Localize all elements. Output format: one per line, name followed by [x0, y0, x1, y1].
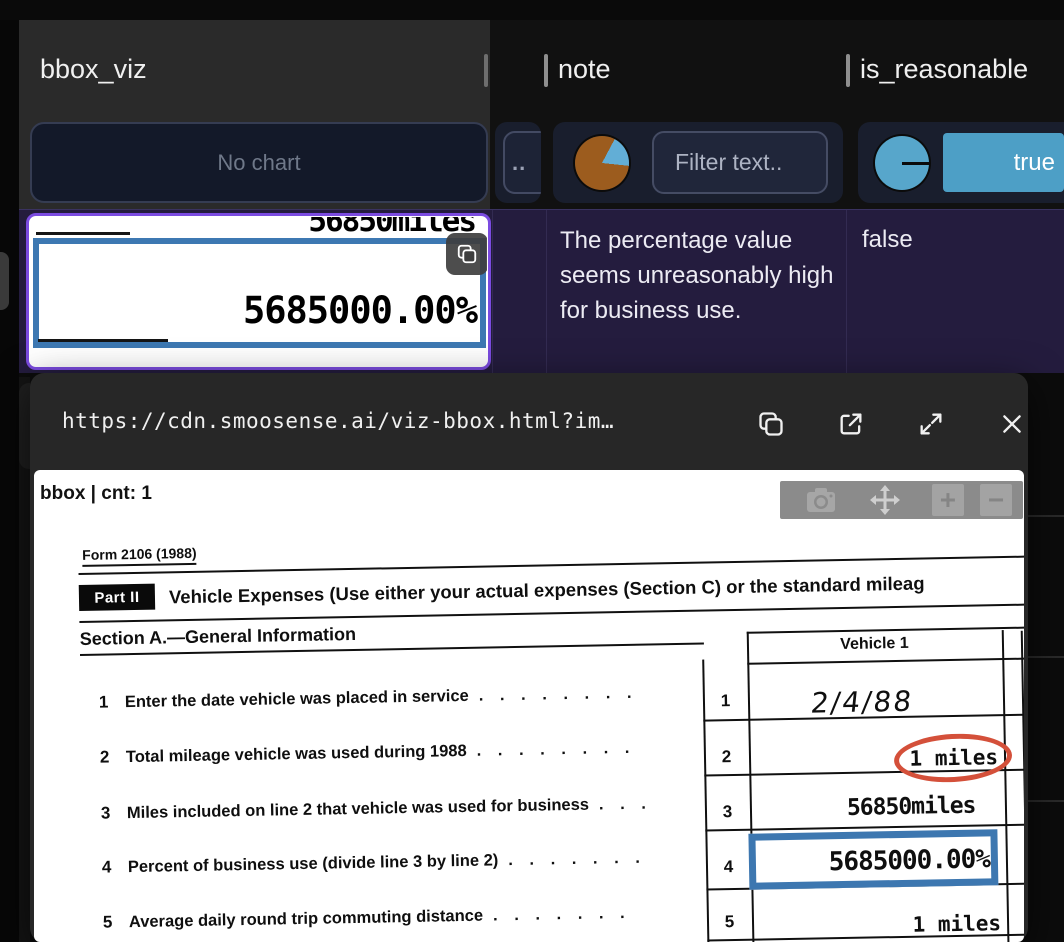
is-reasonable-true-filter-button[interactable]: true	[943, 133, 1064, 192]
scan-line-fragment	[38, 339, 168, 342]
move-icon	[869, 484, 901, 516]
viewer-toolbar: + −	[780, 481, 1023, 519]
vehicle-column-header: Vehicle 1	[747, 633, 1002, 656]
form-section-heading: Section A.—General Information	[80, 624, 357, 650]
form-grid-line	[747, 632, 755, 942]
row-number: 1	[703, 691, 748, 712]
copy-url-button[interactable]	[755, 408, 787, 440]
form-line-2: 2Total mileage vehicle was used during 1…	[100, 738, 636, 768]
note-filter-cell: Filter text..	[553, 122, 843, 203]
form-grid-line	[1021, 631, 1024, 942]
form-value-date: 2/4/88	[809, 685, 915, 720]
copy-icon	[456, 243, 478, 265]
expand-modal-button[interactable]	[915, 408, 947, 440]
bbox-viz-thumbnail[interactable]: 56850miles 5685000.00%	[30, 217, 487, 366]
form-line-4: 4Percent of business use (divide line 3 …	[102, 848, 646, 878]
form-value-business-miles: 56850miles	[847, 793, 976, 821]
modal-url: https://cdn.smoosense.ai/viz-bbox.html?i…	[62, 409, 614, 433]
column-resize-handle[interactable]	[846, 54, 850, 87]
bbox-viz-chart-placeholder: No chart	[30, 122, 488, 203]
prev-column-edge	[0, 252, 9, 310]
note-pie-chart-icon[interactable]	[575, 136, 629, 190]
cell-divider	[492, 210, 493, 374]
open-external-button[interactable]	[835, 408, 867, 440]
copy-cell-button[interactable]	[446, 233, 487, 275]
bbox-viz-cell-selected[interactable]: 56850miles 5685000.00%	[26, 213, 491, 370]
zoom-out-button[interactable]: −	[980, 484, 1012, 516]
form-rule	[79, 556, 1024, 575]
form-rule	[747, 658, 1024, 665]
zoom-in-button[interactable]: +	[932, 484, 964, 516]
note-filter-input[interactable]: Filter text..	[652, 131, 828, 194]
background-row-divider	[1028, 800, 1064, 802]
scan-line-fragment	[36, 232, 130, 235]
row-number: 5	[707, 912, 752, 933]
note-cell[interactable]: The percentage value seems unreasonably …	[560, 223, 845, 328]
column-header-is-reasonable[interactable]: is_reasonable	[860, 54, 1028, 85]
row-number: 3	[705, 802, 750, 823]
viewer-title: bbox | cnt: 1	[40, 483, 152, 505]
form-value-total-mileage: 1 miles	[882, 745, 998, 771]
truncated-filter-input[interactable]: ..	[503, 131, 541, 194]
left-strip	[0, 20, 19, 942]
truncated-filter-cell[interactable]: ..	[495, 122, 541, 203]
bbox-viz-modal: https://cdn.smoosense.ai/viz-bbox.html?i…	[30, 373, 1028, 942]
camera-icon	[806, 487, 836, 513]
external-link-icon	[837, 410, 865, 438]
form-line-1: 1Enter the date vehicle was placed in se…	[99, 683, 638, 713]
close-icon	[999, 411, 1025, 437]
table-row: 56850miles 5685000.00% The percentage va…	[19, 209, 1064, 373]
scanned-form-image: Form 2106 (1988) Part II Vehicle Expense…	[78, 528, 1024, 942]
form-line-3: 3Miles included on line 2 that vehicle w…	[101, 794, 652, 824]
background-next-row	[19, 377, 30, 942]
background-row-divider	[1028, 515, 1064, 517]
cell-divider	[546, 210, 547, 374]
row-number: 4	[706, 857, 751, 878]
is-reasonable-cell[interactable]: false	[862, 226, 913, 254]
form-value-commute-distance: 1 miles	[885, 911, 1001, 937]
row-number: 2	[704, 747, 749, 768]
form-title: Form 2106 (1988)	[82, 545, 197, 567]
top-strip	[0, 0, 1064, 20]
cell-divider	[846, 210, 847, 374]
bbox-viewer-panel: bbox | cnt: 1 + − Form 21	[34, 470, 1024, 942]
is-reasonable-filter-cell: true	[858, 122, 1064, 203]
form-part-heading: Vehicle Expenses (Use either your actual…	[169, 572, 925, 608]
expand-icon	[917, 410, 945, 438]
column-resize-handle[interactable]	[544, 54, 548, 87]
form-value-percent: 5685000.00%	[774, 844, 991, 878]
form-grid-line	[1002, 630, 1010, 942]
form-line-5: 5Average daily round trip commuting dist…	[103, 903, 631, 933]
is-reasonable-pie-chart-icon[interactable]	[875, 136, 929, 190]
snapshot-button[interactable]	[804, 485, 838, 515]
column-resize-handle[interactable]	[484, 54, 488, 87]
pan-button[interactable]	[868, 484, 902, 516]
close-modal-button[interactable]	[996, 408, 1028, 440]
background-row-divider	[1028, 656, 1064, 658]
column-header-bbox-viz[interactable]: bbox_viz	[40, 54, 147, 85]
column-header-note[interactable]: note	[558, 54, 611, 85]
thumbnail-bbox-value: 5685000.00%	[243, 289, 477, 332]
form-part-label: Part II	[79, 584, 155, 611]
copy-icon	[757, 410, 785, 438]
